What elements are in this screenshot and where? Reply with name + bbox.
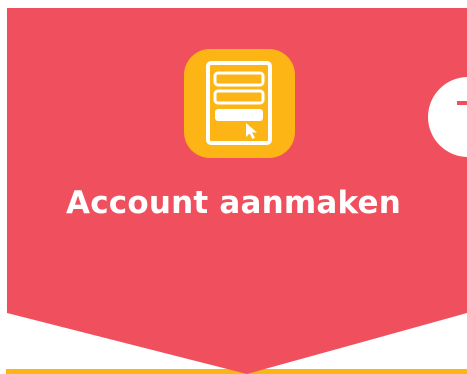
signup-form-icon [184,49,295,158]
onboarding-step-panel: Account aanmaken [0,0,467,374]
next-step-mark [457,101,467,105]
step-title: Account aanmaken [66,185,401,221]
